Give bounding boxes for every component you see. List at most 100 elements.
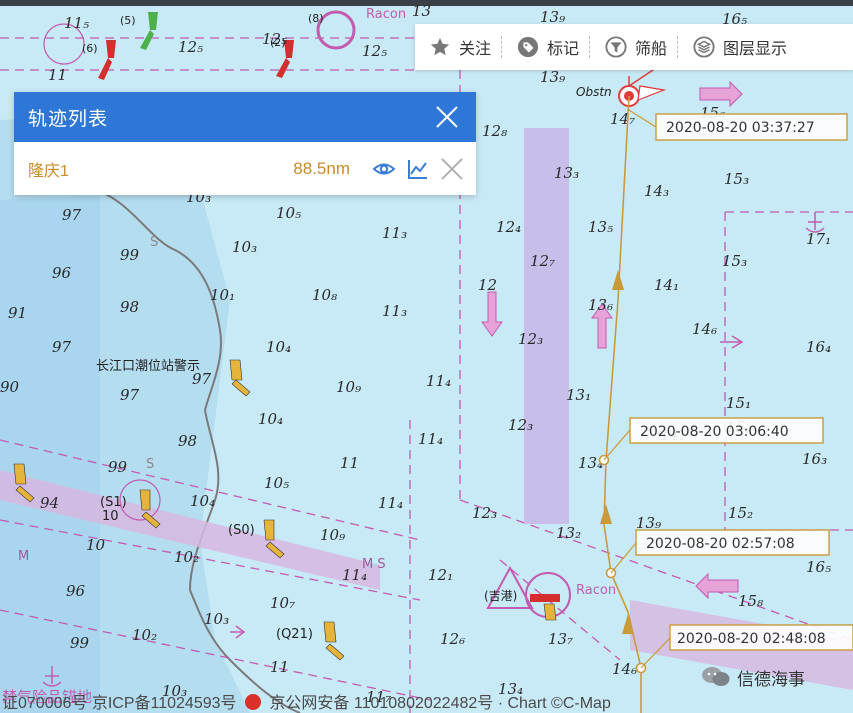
svg-text:12₃: 12₃ bbox=[472, 504, 497, 522]
svg-text:12₈: 12₈ bbox=[482, 122, 507, 140]
svg-text:97: 97 bbox=[120, 386, 140, 404]
svg-text:10₃: 10₃ bbox=[204, 610, 229, 628]
layers-label: 图层显示 bbox=[723, 41, 788, 58]
filter-icon bbox=[605, 36, 627, 58]
buoy-6-label: (6) bbox=[82, 42, 98, 55]
s-label-b: S bbox=[146, 457, 154, 472]
map-footer: 证070006号 京ICP备11024593号 京公网安备 1101080202… bbox=[0, 694, 853, 713]
racon-label-top: Racon bbox=[366, 7, 406, 22]
svg-text:11₄: 11₄ bbox=[378, 494, 403, 512]
obstn-label: Obstn bbox=[576, 85, 612, 99]
svg-text:2020-08-20 02:48:08: 2020-08-20 02:48:08 bbox=[677, 631, 826, 647]
svg-text:98: 98 bbox=[120, 298, 139, 316]
svg-text:13₇: 13₇ bbox=[548, 630, 573, 648]
tide-station-label: 长江口潮位站警示 bbox=[96, 358, 200, 374]
svg-text:11₃: 11₃ bbox=[382, 302, 407, 320]
police-badge-icon bbox=[244, 694, 261, 710]
footer-copyright: 京公网安备 11010802022482号 · Chart ©C-Map bbox=[269, 695, 611, 712]
svg-text:97: 97 bbox=[62, 206, 82, 224]
panel-header: 轨迹列表 bbox=[14, 92, 476, 142]
svg-text:16₄: 16₄ bbox=[806, 338, 831, 356]
s0-label: (S0) bbox=[228, 523, 255, 538]
track-timestamp[interactable]: 2020-08-20 02:57:08 bbox=[635, 529, 830, 556]
svg-text:15₁: 15₁ bbox=[726, 394, 751, 412]
svg-text:2020-08-20 03:06:40: 2020-08-20 03:06:40 bbox=[640, 424, 789, 440]
track-ship-name: 隆庆1 bbox=[28, 162, 69, 180]
ms-label: M S bbox=[362, 557, 386, 572]
map-toolbar: 关注 标记 筛船 图层显示 bbox=[415, 24, 853, 70]
svg-text:13₁: 13₁ bbox=[566, 386, 591, 404]
svg-text:11: 11 bbox=[48, 66, 67, 84]
svg-text:17₁: 17₁ bbox=[806, 230, 831, 248]
tag-icon bbox=[517, 36, 539, 58]
svg-text:10₈: 10₈ bbox=[312, 286, 337, 304]
track-timestamp[interactable]: 2020-08-20 03:06:40 bbox=[629, 417, 824, 444]
svg-text:2020-08-20 03:37:27: 2020-08-20 03:37:27 bbox=[666, 120, 815, 136]
svg-text:12₁: 12₁ bbox=[428, 566, 453, 584]
svg-text:96: 96 bbox=[66, 582, 86, 600]
svg-text:12₅: 12₅ bbox=[362, 42, 387, 60]
track-timestamp[interactable]: 2020-08-20 03:37:27 bbox=[655, 113, 848, 141]
delete-track-icon[interactable] bbox=[440, 157, 464, 181]
track-timestamp[interactable]: 2020-08-20 02:48:08 bbox=[669, 624, 853, 651]
svg-text:13₉: 13₉ bbox=[540, 68, 565, 86]
jiangzhu-label: (吉港) bbox=[484, 589, 517, 603]
svg-text:14₃: 14₃ bbox=[644, 182, 669, 200]
svg-text:12₄: 12₄ bbox=[496, 218, 521, 236]
svg-text:12₇: 12₇ bbox=[530, 252, 555, 270]
watermark-text: 信德海事 bbox=[737, 669, 805, 689]
svg-text:97: 97 bbox=[52, 338, 72, 356]
svg-text:10₉: 10₉ bbox=[336, 378, 361, 396]
svg-text:11₄: 11₄ bbox=[418, 430, 443, 448]
svg-text:10₂: 10₂ bbox=[132, 626, 157, 644]
svg-text:94: 94 bbox=[40, 494, 59, 512]
s1-label: (S1) bbox=[100, 495, 127, 510]
svg-text:11: 11 bbox=[270, 658, 289, 676]
svg-text:12₅: 12₅ bbox=[178, 38, 203, 56]
track-row[interactable]: 隆庆1 88.5nm bbox=[14, 142, 476, 195]
racon-label-mid: Racon bbox=[576, 583, 616, 598]
svg-text:14₇: 14₇ bbox=[610, 110, 635, 128]
chart-icon[interactable] bbox=[406, 157, 430, 181]
filter-ships-button[interactable]: 筛船 bbox=[591, 24, 677, 70]
svg-text:13₄: 13₄ bbox=[578, 454, 603, 472]
svg-text:10₄: 10₄ bbox=[258, 410, 283, 428]
svg-text:16₅: 16₅ bbox=[806, 558, 831, 576]
track-distance: 88.5nm bbox=[293, 158, 350, 178]
svg-text:13₉: 13₉ bbox=[636, 514, 661, 532]
follow-button[interactable]: 关注 bbox=[415, 24, 501, 70]
svg-text:10₂: 10₂ bbox=[174, 548, 199, 566]
s-label-a: S bbox=[150, 235, 158, 250]
svg-text:14₁: 14₁ bbox=[654, 276, 679, 294]
svg-text:14₆: 14₆ bbox=[612, 660, 637, 678]
svg-text:13₅: 13₅ bbox=[588, 218, 613, 236]
svg-text:15₃: 15₃ bbox=[724, 170, 749, 188]
buoy-5-label: (5) bbox=[120, 14, 136, 27]
filter-ships-label: 筛船 bbox=[635, 41, 668, 58]
buoy-8-label: (8) bbox=[308, 12, 324, 25]
layers-button[interactable]: 图层显示 bbox=[679, 24, 797, 70]
svg-text:10₄: 10₄ bbox=[266, 338, 291, 356]
svg-text:99: 99 bbox=[108, 458, 128, 476]
close-icon[interactable] bbox=[434, 104, 460, 130]
svg-text:12: 12 bbox=[478, 276, 497, 294]
svg-text:15₂: 15₂ bbox=[728, 504, 753, 522]
svg-text:15₈: 15₈ bbox=[738, 592, 763, 610]
follow-label: 关注 bbox=[459, 41, 492, 58]
svg-text:11₄: 11₄ bbox=[426, 372, 451, 390]
svg-text:14₆: 14₆ bbox=[692, 320, 717, 338]
svg-text:12₆: 12₆ bbox=[440, 630, 465, 648]
track-list-panel: 轨迹列表 隆庆1 88.5nm bbox=[14, 92, 476, 195]
svg-text:11₅: 11₅ bbox=[64, 14, 89, 32]
svg-text:13₂: 13₂ bbox=[556, 524, 581, 542]
svg-text:90: 90 bbox=[0, 378, 20, 396]
mark-button[interactable]: 标记 bbox=[503, 24, 589, 70]
svg-text:13₃: 13₃ bbox=[554, 164, 579, 182]
svg-text:98: 98 bbox=[178, 432, 197, 450]
buoy-2-label: (2) bbox=[270, 36, 286, 49]
eye-icon[interactable] bbox=[372, 157, 396, 181]
wechat-icon bbox=[702, 667, 730, 686]
star-icon bbox=[430, 37, 450, 56]
svg-text:15₃: 15₃ bbox=[722, 252, 747, 270]
svg-text:99: 99 bbox=[120, 246, 140, 264]
